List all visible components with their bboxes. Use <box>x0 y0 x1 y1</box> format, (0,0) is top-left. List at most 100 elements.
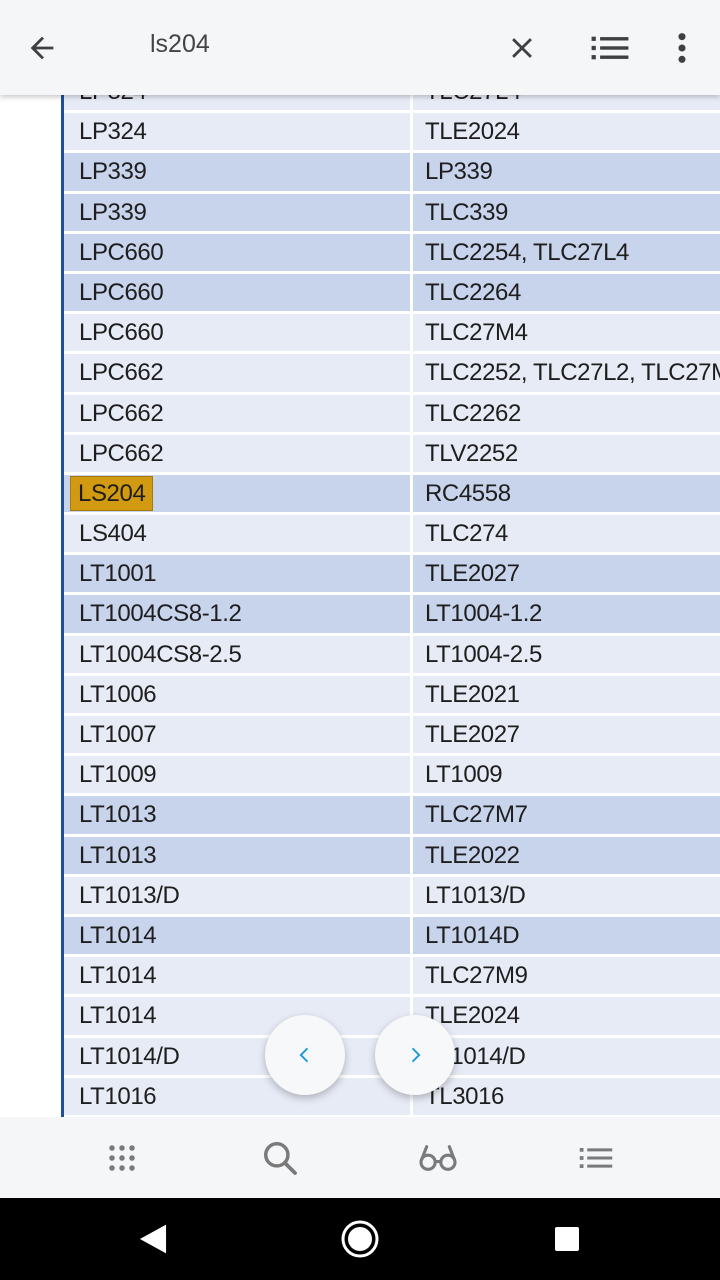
replacement-cell: TLE2027 <box>413 716 720 754</box>
table-row: LPC662 TLV2252 <box>64 434 720 472</box>
contents-button[interactable] <box>551 1117 641 1198</box>
search-icon <box>264 1141 297 1175</box>
replacement-cell: TLV2252 <box>413 434 720 472</box>
part-number-text: LT1004CS8-1.2 <box>79 600 242 628</box>
replacement-cell: LT1013/D <box>413 876 720 914</box>
search-button[interactable] <box>235 1117 325 1198</box>
table-row: LT1013/D LT1013/D <box>64 876 720 914</box>
replacement-cell: TLC2254, TLC27L4 <box>413 233 720 271</box>
glasses-icon <box>419 1144 457 1171</box>
part-number-cell: LT1006 <box>64 675 410 713</box>
table-row: LPC660 TLC2264 <box>64 273 720 312</box>
replacement-text: LT1014D <box>425 921 520 949</box>
replacement-cell: TL3016 <box>413 1077 720 1115</box>
grid-dots-icon <box>109 1144 135 1171</box>
part-number-cell: LT1007 <box>64 716 410 754</box>
replacement-text: TLC27M7 <box>425 801 528 829</box>
table-row: LS404 TLC274 <box>64 515 720 553</box>
replacement-cell: TLC27M7 <box>413 796 720 834</box>
part-number-text: LT1001 <box>79 560 157 588</box>
more-vertical-icon <box>678 32 686 63</box>
table-row: LT1004CS8-2.5 LT1004-2.5 <box>64 635 720 673</box>
table-row: LT1004CS8-1.2 LT1004-1.2 <box>64 595 720 633</box>
replacement-cell: TLE2022 <box>413 836 720 874</box>
chevron-right-icon <box>411 1047 421 1063</box>
bottom-toolbar <box>0 1117 720 1198</box>
replacement-text: LT1004-1.2 <box>425 600 542 628</box>
replacement-cell: LT1014/D <box>413 1037 720 1075</box>
replacement-cell: LT1004-2.5 <box>413 635 720 673</box>
system-recents-button[interactable] <box>517 1198 617 1280</box>
replacement-cell: RC4558 <box>413 474 720 513</box>
table-row: LP339 TLC339 <box>64 193 720 231</box>
previous-result-button[interactable] <box>265 1015 345 1095</box>
replacement-text: TLC27M4 <box>425 319 528 347</box>
search-input[interactable] <box>150 30 450 59</box>
replacement-text: TLE2024 <box>425 118 520 146</box>
part-number-text: LT1004CS8-2.5 <box>79 640 242 668</box>
part-number-cell: LPC662 <box>64 394 410 432</box>
part-number-cell: LT1014/D <box>64 1037 410 1075</box>
circle-home-icon <box>341 1220 379 1258</box>
replacement-text: LP339 <box>425 158 493 186</box>
replacement-text: LT1004-2.5 <box>425 640 542 668</box>
replacement-cell: TLC339 <box>413 193 720 231</box>
table-row: LT1013 TLC27M7 <box>64 796 720 834</box>
part-number-cell: LT1013 <box>64 796 410 834</box>
table-row: LPC662 TLC2252, TLC27L2, TLC27M2 <box>64 354 720 392</box>
table-of-contents-button[interactable] <box>570 0 650 95</box>
clear-search-button[interactable] <box>482 0 562 95</box>
replacement-text: TLC2252, TLC27L2, TLC27M2 <box>425 359 720 387</box>
more-options-button[interactable] <box>642 0 720 95</box>
next-result-button[interactable] <box>375 1015 455 1095</box>
part-number-text: LT1006 <box>79 680 157 708</box>
replacement-cell: TLC2252, TLC27L2, TLC27M2 <box>413 354 720 392</box>
back-button[interactable] <box>2 0 82 95</box>
system-home-button[interactable] <box>310 1198 410 1280</box>
replacement-cell: TLC274 <box>413 515 720 553</box>
part-number-text: LT1014 <box>79 962 157 990</box>
part-number-text: LT1013/D <box>79 881 180 909</box>
replacement-text: RC4558 <box>425 479 511 507</box>
part-number-text: LPC662 <box>79 399 164 427</box>
replacement-text: TLC27L4 <box>425 95 521 105</box>
table-row: LT1006 TLE2021 <box>64 675 720 713</box>
part-number-text: LT1007 <box>79 721 157 748</box>
apps-button[interactable] <box>77 1117 167 1198</box>
triangle-back-icon <box>139 1224 167 1254</box>
table-row: LT1009 LT1009 <box>64 756 720 794</box>
part-number-text: LP324 <box>79 118 147 146</box>
list-icon <box>579 1147 613 1168</box>
document-view[interactable]: LP324 TLC27L4 LP324 TLE2024 LP339 LP339 LP339 T… <box>0 95 720 1117</box>
part-number-cell: LPC662 <box>64 354 410 392</box>
arrow-left-icon <box>30 36 54 59</box>
part-number-cell: LT1013 <box>64 836 410 874</box>
table-row: LT1013 TLE2022 <box>64 836 720 874</box>
replacement-cell: TLC27M4 <box>413 314 720 352</box>
part-number-cell: LP339 <box>64 153 410 191</box>
square-recents-icon <box>555 1227 579 1251</box>
part-number-cell: LT1014 <box>64 957 410 995</box>
part-number-text: LP339 <box>79 198 147 226</box>
replacement-text: TLE2027 <box>425 560 520 588</box>
search-match-highlight: LS204 <box>70 475 154 511</box>
part-number-text: LP324 <box>79 95 147 105</box>
table-row: LPC660 TLC27M4 <box>64 314 720 352</box>
reading-mode-button[interactable] <box>393 1117 483 1198</box>
part-number-text: LPC660 <box>79 238 164 266</box>
replacement-text: LT1009 <box>425 761 503 789</box>
search-toolbar <box>0 0 720 95</box>
part-number-cell: LT1013/D <box>64 876 410 914</box>
part-number-text: LP339 <box>79 158 147 186</box>
part-number-text: LT1013 <box>79 841 157 869</box>
table-row: LP339 LP339 <box>64 153 720 191</box>
replacement-text: TLC274 <box>425 520 508 548</box>
replacement-text: TLC2262 <box>425 399 521 427</box>
part-number-cell: LPC660 <box>64 273 410 312</box>
system-back-button[interactable] <box>103 1198 203 1280</box>
part-number-cell: LP324 <box>64 95 410 111</box>
replacement-text: TLE2021 <box>425 680 520 708</box>
replacement-cell: TLE2021 <box>413 675 720 713</box>
part-number-text: LPC660 <box>79 319 164 347</box>
table-row: LPC660 TLC2254, TLC27L4 <box>64 233 720 271</box>
